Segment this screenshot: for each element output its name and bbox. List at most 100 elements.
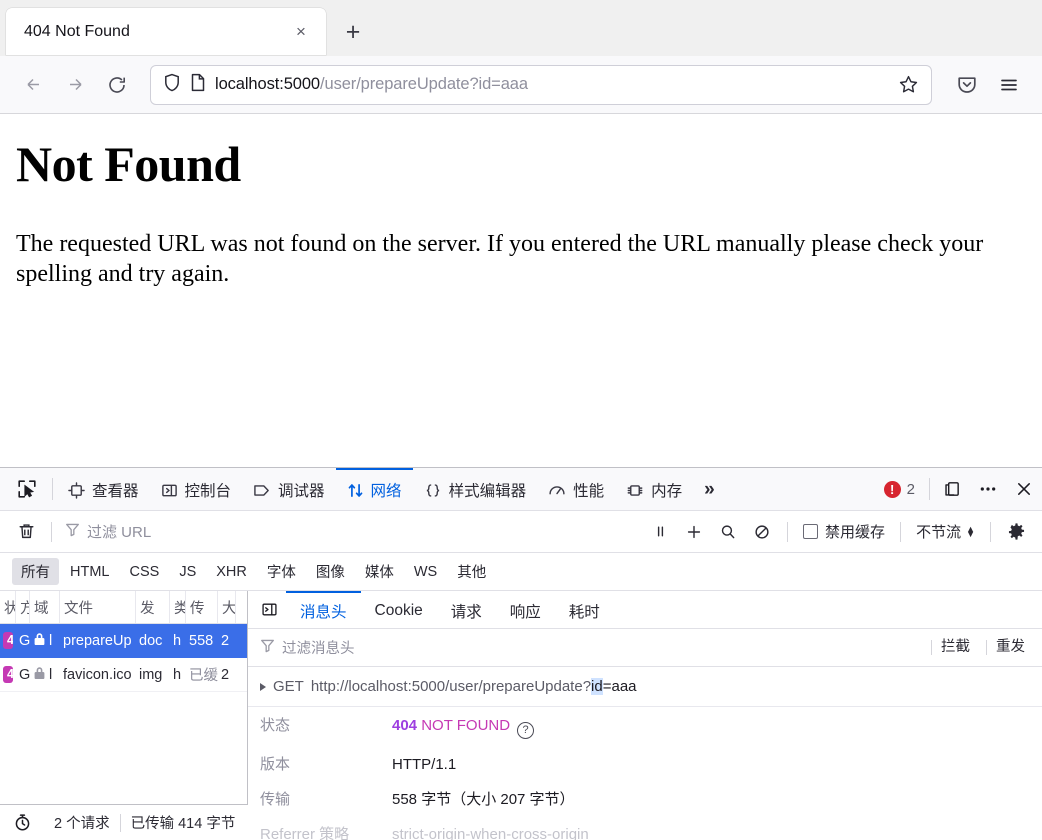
responsive-design-icon[interactable] <box>934 468 970 510</box>
disable-cache-checkbox[interactable]: 禁用缓存 <box>797 521 891 542</box>
tab-title: 404 Not Found <box>24 22 130 40</box>
type-filter-ws[interactable]: WS <box>405 561 446 583</box>
reload-icon[interactable] <box>98 67 136 103</box>
type-filter-image[interactable]: 图像 <box>307 558 354 585</box>
tab-request[interactable]: 请求 <box>437 591 496 628</box>
type-filter-bar: 所有 HTML CSS JS XHR 字体 图像 媒体 WS 其他 <box>0 553 1042 591</box>
block-icon[interactable] <box>746 517 778 547</box>
column-method[interactable]: 方 <box>16 591 30 623</box>
request-initiator: img <box>139 666 163 683</box>
tab-response[interactable]: 响应 <box>496 591 555 628</box>
filter-icon <box>260 638 275 658</box>
shield-icon[interactable] <box>163 73 181 97</box>
collapse-panel-icon[interactable] <box>252 591 286 628</box>
url-text[interactable]: localhost:5000/user/prepareUpdate?id=aaa <box>215 75 884 94</box>
request-size: 2 <box>221 632 230 649</box>
devtools-panel: 查看器 控制台 调试器 网络 样式编辑器 性能 内存 » ! 2 过滤 URL … <box>0 467 1042 840</box>
type-filter-all[interactable]: 所有 <box>12 558 59 585</box>
back-icon[interactable] <box>14 67 52 103</box>
header-key: 传输 <box>260 790 291 808</box>
status-text: NOT FOUND <box>421 717 511 734</box>
url-host: localhost:5000 <box>215 75 321 93</box>
type-filter-css[interactable]: CSS <box>120 561 168 583</box>
tab-label: 性能 <box>573 483 605 500</box>
url-bar[interactable]: localhost:5000/user/prepareUpdate?id=aaa <box>150 64 932 105</box>
help-icon[interactable]: ? <box>517 721 535 739</box>
page-info-icon[interactable] <box>190 73 206 97</box>
divider <box>990 521 991 542</box>
table-row[interactable]: 4 G l favicon.ico img h 已缓 2 <box>0 658 247 692</box>
forward-icon[interactable] <box>56 67 94 103</box>
page-content: Not Found The requested URL was not foun… <box>0 114 1042 467</box>
divider <box>51 521 52 542</box>
type-filter-html[interactable]: HTML <box>61 561 118 583</box>
hamburger-icon[interactable] <box>990 67 1028 103</box>
pause-icon[interactable] <box>644 517 676 547</box>
column-initiator[interactable]: 发 <box>136 591 170 623</box>
type-filter-xhr[interactable]: XHR <box>207 561 256 583</box>
column-transferred[interactable]: 传 <box>186 591 218 623</box>
column-size[interactable]: 大 <box>218 591 236 623</box>
column-file[interactable]: 文件 <box>60 591 136 623</box>
header-row-status: 状态 404 NOT FOUND? <box>248 707 1042 746</box>
throttle-label: 不节流 <box>916 524 962 541</box>
table-row[interactable]: 4 G l prepareUp doc h 558 2 <box>0 624 247 658</box>
type-filter-other[interactable]: 其他 <box>448 558 495 585</box>
resend-request-button[interactable]: 重发 <box>986 639 1034 656</box>
url-param-value: =aaa <box>602 678 637 695</box>
request-file: favicon.ico <box>63 666 132 683</box>
tab-memory[interactable]: 内存 <box>615 468 693 510</box>
element-picker-icon[interactable] <box>6 468 48 510</box>
tab-headers[interactable]: 消息头 <box>286 591 361 628</box>
chevron-updown-icon: ▲ ▼ <box>966 523 975 539</box>
tab-inspector[interactable]: 查看器 <box>57 468 150 510</box>
tab-label: 样式编辑器 <box>448 483 527 500</box>
gear-icon[interactable] <box>1000 517 1032 547</box>
network-status-bar: 2 个请求 已传输 414 字节 <box>0 804 248 840</box>
throttle-select[interactable]: 不节流 ▲ ▼ <box>910 521 981 542</box>
trash-icon[interactable] <box>10 517 42 547</box>
header-value: 404 NOT FOUND? <box>392 717 535 739</box>
close-icon[interactable]: × <box>288 19 314 45</box>
block-request-button[interactable]: 拦截 <box>931 639 979 656</box>
network-icon <box>347 482 364 499</box>
plus-icon[interactable] <box>678 517 710 547</box>
tab-timings[interactable]: 耗时 <box>555 591 614 628</box>
checkbox-box <box>803 524 819 539</box>
url-path: /user/prepareUpdate?id=aaa <box>320 75 528 93</box>
header-key: 状态 <box>260 717 291 734</box>
pocket-icon[interactable] <box>948 67 986 103</box>
disable-cache-label: 禁用缓存 <box>825 524 886 541</box>
tab-style-editor[interactable]: 样式编辑器 <box>413 468 538 510</box>
new-tab-button[interactable]: + <box>336 15 370 49</box>
column-type[interactable]: 类 <box>170 591 186 623</box>
divider <box>52 478 53 500</box>
url-filter-input[interactable]: 过滤 URL <box>61 518 642 546</box>
more-options-icon[interactable] <box>970 468 1006 510</box>
tab-debugger[interactable]: 调试器 <box>242 468 336 510</box>
request-summary-row[interactable]: GET http://localhost:5000/user/prepareUp… <box>248 667 1042 707</box>
error-count-badge[interactable]: ! 2 <box>874 468 925 510</box>
type-filter-js[interactable]: JS <box>170 561 205 583</box>
type-filter-font[interactable]: 字体 <box>258 558 305 585</box>
tabs-overflow-button[interactable]: » <box>693 468 726 510</box>
navigation-toolbar: localhost:5000/user/prepareUpdate?id=aaa <box>0 56 1042 114</box>
type-filter-media[interactable]: 媒体 <box>356 558 403 585</box>
search-icon[interactable] <box>712 517 744 547</box>
column-status[interactable]: 状 <box>0 591 16 623</box>
column-domain[interactable]: 域 <box>30 591 60 623</box>
tab-network[interactable]: 网络 <box>335 468 413 510</box>
headers-filter-placeholder[interactable]: 过滤消息头 <box>282 637 924 658</box>
tab-console[interactable]: 控制台 <box>150 468 243 510</box>
stopwatch-icon[interactable] <box>0 813 44 832</box>
performance-icon <box>548 482 566 499</box>
star-icon[interactable] <box>893 70 923 100</box>
headers-content: GET http://localhost:5000/user/prepareUp… <box>248 667 1042 840</box>
close-devtools-icon[interactable] <box>1006 468 1042 510</box>
tab-cookies[interactable]: Cookie <box>361 591 437 628</box>
headers-filter-row: 过滤消息头 拦截 重发 <box>248 629 1042 667</box>
browser-tab[interactable]: 404 Not Found × <box>6 8 326 55</box>
tab-performance[interactable]: 性能 <box>537 468 615 510</box>
page-body-text: The requested URL was not found on the s… <box>16 230 984 288</box>
expand-triangle-icon[interactable] <box>260 682 266 691</box>
